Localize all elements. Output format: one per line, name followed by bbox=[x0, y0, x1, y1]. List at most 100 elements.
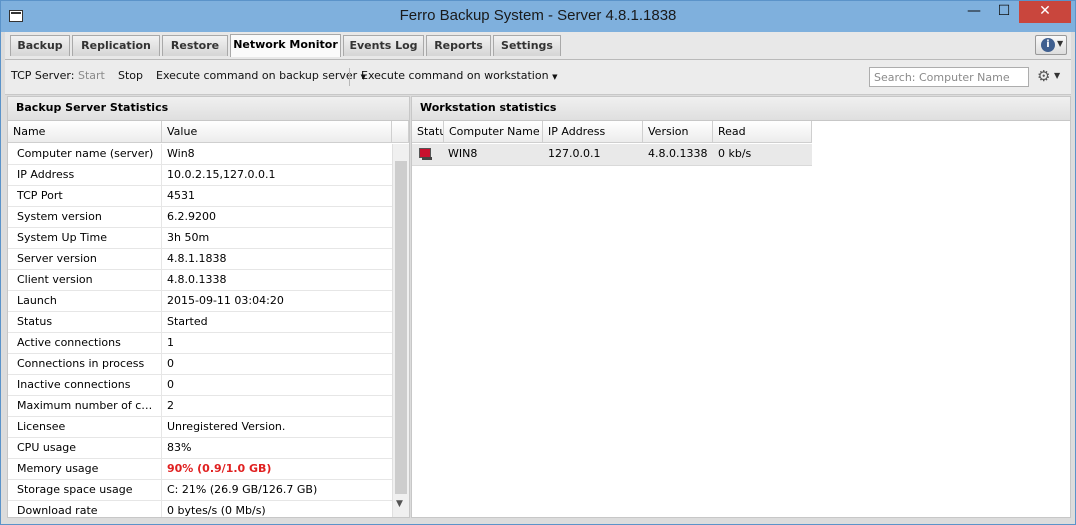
table-row[interactable]: Server version 4.8.1.1838 bbox=[8, 249, 392, 270]
tab-reports[interactable]: Reports bbox=[426, 35, 491, 56]
stat-name: Client version bbox=[17, 273, 93, 286]
stat-value: 1 bbox=[167, 336, 174, 349]
column-divider bbox=[161, 501, 162, 517]
toolbar: TCP Server: Start Stop Execute command o… bbox=[5, 60, 1071, 95]
title-bar: Ferro Backup System - Server 4.8.1.1838 … bbox=[1, 1, 1075, 32]
table-row[interactable]: Maximum number of conne... 2 bbox=[8, 396, 392, 417]
tab-settings[interactable]: Settings bbox=[493, 35, 561, 56]
tab-replication[interactable]: Replication bbox=[72, 35, 160, 56]
column-divider bbox=[161, 228, 162, 248]
column-divider bbox=[161, 417, 162, 437]
table-row[interactable]: Connections in process 0 bbox=[8, 354, 392, 375]
tab-events-log[interactable]: Events Log bbox=[343, 35, 424, 56]
stop-button[interactable]: Stop bbox=[118, 69, 143, 82]
close-button[interactable]: ✕ bbox=[1019, 1, 1071, 23]
stat-value: 4.8.0.1338 bbox=[167, 273, 227, 286]
execute-workstation-label: Execute command on workstation bbox=[361, 69, 549, 82]
column-divider bbox=[161, 480, 162, 500]
table-row[interactable]: Status Started bbox=[8, 312, 392, 333]
execute-server-command-menu[interactable]: Execute command on backup server ▼ bbox=[156, 69, 366, 82]
table-row[interactable]: Inactive connections 0 bbox=[8, 375, 392, 396]
tab-backup[interactable]: Backup bbox=[10, 35, 70, 56]
tab-restore[interactable]: Restore bbox=[162, 35, 228, 56]
gear-icon: ⚙ bbox=[1037, 67, 1051, 85]
panel-title: Backup Server Statistics bbox=[8, 97, 409, 121]
column-header-name[interactable]: Name bbox=[8, 121, 162, 143]
column-divider bbox=[161, 165, 162, 185]
column-divider bbox=[161, 438, 162, 458]
table-row[interactable]: System Up Time 3h 50m bbox=[8, 228, 392, 249]
execute-workstation-command-menu[interactable]: Execute command on workstation ▼ bbox=[361, 69, 557, 82]
table-row[interactable]: WIN8 127.0.0.1 4.8.0.1338 0 kb/s bbox=[412, 144, 812, 166]
table-row[interactable]: Storage space usage C: 21% (26.9 GB/126.7… bbox=[8, 480, 392, 501]
window-title: Ferro Backup System - Server 4.8.1.1838 bbox=[399, 7, 677, 24]
stat-name: Computer name (server) bbox=[17, 147, 154, 160]
table-row[interactable]: Client version 4.8.0.1338 bbox=[8, 270, 392, 291]
column-header-value[interactable]: Value bbox=[162, 121, 392, 143]
minimize-button[interactable]: — bbox=[959, 1, 989, 23]
table-row[interactable]: TCP Port 4531 bbox=[8, 186, 392, 207]
help-menu-button[interactable]: i ▼ bbox=[1035, 35, 1067, 55]
chevron-down-icon: ▼ bbox=[1054, 71, 1061, 80]
column-divider bbox=[161, 207, 162, 227]
column-header-version[interactable]: Version bbox=[643, 121, 713, 143]
stat-name: System version bbox=[17, 210, 102, 223]
panel-title: Workstation statistics bbox=[412, 97, 1070, 121]
stats-list: Computer name (server) Win8 IP Address 10.0… bbox=[8, 144, 392, 517]
stat-name: Memory usage bbox=[17, 462, 99, 475]
stat-name: Maximum number of conne... bbox=[17, 399, 159, 412]
vertical-scrollbar[interactable]: ▼ bbox=[392, 144, 409, 517]
column-header-filler bbox=[392, 121, 409, 143]
column-divider bbox=[161, 144, 162, 164]
column-divider bbox=[161, 291, 162, 311]
stat-value: Unregistered Version. bbox=[167, 420, 286, 433]
scrollbar-thumb[interactable] bbox=[395, 161, 407, 494]
table-row[interactable]: CPU usage 83% bbox=[8, 438, 392, 459]
stat-name: Active connections bbox=[17, 336, 121, 349]
ip-address-cell: 127.0.0.1 bbox=[548, 147, 601, 160]
info-icon: i bbox=[1041, 38, 1055, 52]
stat-value: 4.8.1.1838 bbox=[167, 252, 227, 265]
version-cell: 4.8.0.1338 bbox=[648, 147, 708, 160]
chevron-down-icon: ▼ bbox=[552, 73, 558, 81]
column-divider bbox=[161, 333, 162, 353]
stat-value: 3h 50m bbox=[167, 231, 210, 244]
workstation-statistics-panel: Workstation statistics Status Computer N… bbox=[411, 96, 1071, 518]
stat-name: Server version bbox=[17, 252, 97, 265]
column-header-status[interactable]: Status bbox=[412, 121, 444, 143]
table-row[interactable]: Memory usage 90% (0.9/1.0 GB) bbox=[8, 459, 392, 480]
stat-name: TCP Port bbox=[17, 189, 63, 202]
stat-value: 0 bytes/s (0 Mb/s) bbox=[167, 504, 266, 517]
read-rate-cell: 0 kb/s bbox=[718, 147, 752, 160]
table-row[interactable]: Launch 2015-09-11 03:04:20 bbox=[8, 291, 392, 312]
column-header-computer-name[interactable]: Computer Name bbox=[444, 121, 543, 143]
table-row[interactable]: Computer name (server) Win8 bbox=[8, 144, 392, 165]
table-row[interactable]: Download rate 0 bytes/s (0 Mb/s) bbox=[8, 501, 392, 517]
search-input[interactable] bbox=[870, 68, 1028, 87]
stat-value: Win8 bbox=[167, 147, 195, 160]
column-header-ip-address[interactable]: IP Address bbox=[543, 121, 643, 143]
tab-network-monitor[interactable]: Network Monitor bbox=[230, 34, 341, 57]
column-divider bbox=[161, 312, 162, 332]
table-row[interactable]: IP Address 10.0.2.15,127.0.0.1 bbox=[8, 165, 392, 186]
stat-value: Started bbox=[167, 315, 208, 328]
execute-server-label: Execute command on backup server bbox=[156, 69, 358, 82]
stat-value: C: 21% (26.9 GB/126.7 GB) bbox=[167, 483, 318, 496]
stat-name: CPU usage bbox=[17, 441, 77, 454]
computer-status-icon bbox=[419, 148, 432, 160]
column-divider bbox=[161, 459, 162, 479]
table-row[interactable]: Active connections 1 bbox=[8, 333, 392, 354]
computer-name-cell: WIN8 bbox=[448, 147, 478, 160]
maximize-button[interactable]: ☐ bbox=[989, 1, 1019, 23]
chevron-down-icon: ▼ bbox=[1057, 39, 1064, 48]
column-divider bbox=[161, 270, 162, 290]
table-row[interactable]: System version 6.2.9200 bbox=[8, 207, 392, 228]
stat-name: Inactive connections bbox=[17, 378, 131, 391]
column-header-read[interactable]: Read bbox=[713, 121, 812, 143]
settings-menu-button[interactable]: ⚙ ▼ bbox=[1037, 67, 1065, 87]
backup-server-statistics-panel: Backup Server Statistics Name Value Comp… bbox=[7, 96, 410, 518]
table-row[interactable]: Licensee Unregistered Version. bbox=[8, 417, 392, 438]
start-button[interactable]: Start bbox=[78, 69, 105, 82]
scroll-down-icon[interactable]: ▼ bbox=[396, 499, 403, 509]
stat-name: Status bbox=[17, 315, 53, 328]
